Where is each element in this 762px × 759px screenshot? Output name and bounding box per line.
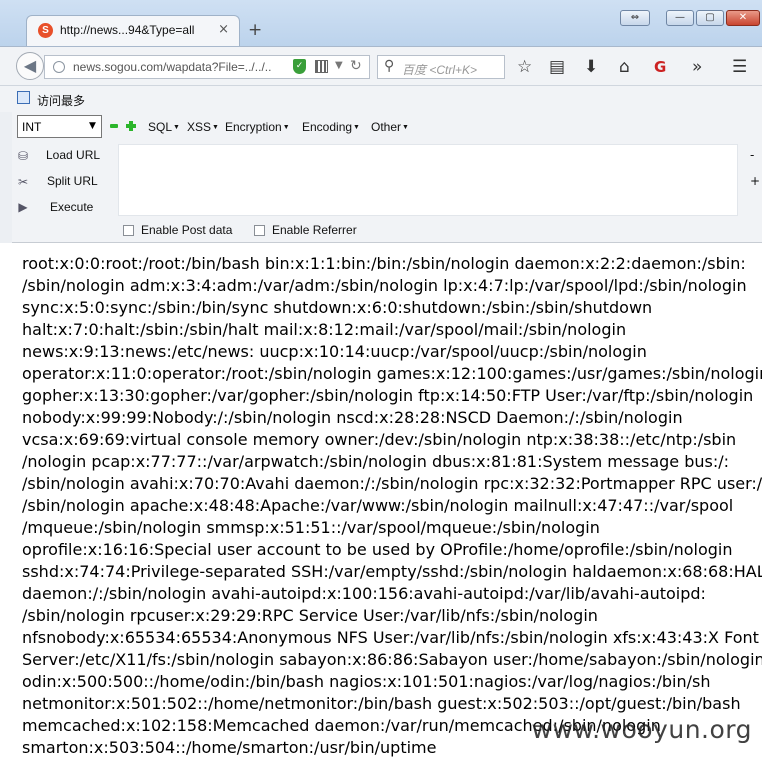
content-line: nfsnobody:x:65534:65534:Anonymous NFS Us… (22, 628, 759, 647)
reading-list-icon[interactable]: ▤ (549, 57, 565, 77)
content-line: odin:x:500:500::/home/odin:/bin/bash nag… (22, 672, 711, 691)
content-line: oprofile:x:16:16:Special user account to… (22, 540, 733, 559)
split-url-button[interactable]: Split URL (47, 174, 98, 188)
menu-sql-label: SQL (148, 120, 173, 134)
hackbar-panel: INT ▼ SQL▼ XSS▼ Encryption▼ Encoding▼ Ot… (12, 112, 762, 243)
caret-down-icon: ▼ (402, 124, 409, 132)
url-bar[interactable]: news.sogou.com/wapdata?File=../../.. ✓ ▼… (44, 55, 370, 79)
bookmark-most-visited[interactable]: 访问最多 (37, 92, 85, 109)
shrink-button[interactable]: - (750, 148, 754, 162)
caret-down-icon: ▼ (173, 124, 180, 132)
arrow-left-icon: ◀ (23, 56, 37, 75)
maximize-button[interactable]: ▢ (696, 10, 724, 26)
execute-icon: ▶ (18, 200, 28, 214)
content-line: gopher:x:13:30:gopher:/var/gopher:/sbin/… (22, 386, 754, 405)
menu-encoding-label: Encoding (302, 120, 353, 134)
menu-other-label: Other (371, 120, 402, 134)
menu-encryption[interactable]: Encryption▼ (225, 120, 290, 134)
enable-referrer-checkbox[interactable] (254, 225, 265, 236)
content-line: sync:x:5:0:sync:/sbin:/bin/sync shutdown… (22, 298, 653, 317)
shield-icon[interactable]: ✓ (293, 59, 306, 74)
content-line: netmonitor:x:501:502::/home/netmonitor:/… (22, 694, 741, 713)
back-button[interactable]: ◀ (16, 52, 44, 80)
type-select[interactable]: INT ▼ (17, 115, 102, 138)
sogou-icon: S (38, 23, 53, 38)
caret-down-icon: ▼ (212, 124, 219, 132)
content-line: /sbin/nologin rpcuser:x:29:29:RPC Servic… (22, 606, 598, 625)
menu-icon[interactable]: ☰ (732, 57, 747, 77)
content-line: Server:/etc/X11/fs:/sbin/nologin sabayon… (22, 650, 762, 669)
url-text[interactable]: news.sogou.com/wapdata?File=../../.. (73, 60, 271, 74)
bookmarks-bar: 访问最多 (0, 86, 762, 112)
menu-encryption-label: Encryption (225, 120, 282, 134)
chevron-down-icon: ▼ (89, 121, 96, 131)
restore-tabs-button[interactable]: ⇔ (620, 10, 650, 26)
tab-close-button[interactable]: × (218, 22, 229, 37)
enable-post-label: Enable Post data (141, 223, 233, 237)
expand-button[interactable]: + (750, 174, 760, 188)
enable-referrer-label: Enable Referrer (272, 223, 357, 237)
type-select-value: INT (22, 120, 42, 134)
gm-addon-icon[interactable]: G (654, 58, 666, 76)
minimize-button[interactable]: — (666, 10, 694, 26)
qr-code-icon[interactable] (315, 60, 328, 73)
download-icon[interactable]: ⬇ (584, 57, 598, 77)
chevron-down-icon[interactable]: ▼ (335, 60, 343, 71)
watermark: www.wooyun.org (531, 715, 752, 744)
sidebar-edge (0, 112, 12, 243)
search-icon: ⚲ (384, 58, 395, 74)
page-content: root:x:0:0:root:/root:/bin/bash bin:x:1:… (22, 253, 762, 759)
menu-other[interactable]: Other▼ (371, 120, 409, 134)
menu-sql[interactable]: SQL▼ (148, 120, 180, 134)
url-textarea[interactable] (118, 144, 738, 216)
content-line: /sbin/nologin apache:x:48:48:Apache:/var… (22, 496, 734, 515)
content-line: /sbin/nologin avahi:x:70:70:Avahi daemon… (22, 474, 762, 493)
star-icon[interactable]: ☆ (517, 57, 532, 77)
split-url-icon: ✂ (17, 175, 29, 189)
content-line: halt:x:7:0:halt:/sbin:/sbin/halt mail:x:… (22, 320, 627, 339)
content-line: nobody:x:99:99:Nobody:/:/sbin/nologin ns… (22, 408, 683, 427)
reload-icon[interactable]: ↻ (350, 58, 362, 74)
navigation-bar: ◀ news.sogou.com/wapdata?File=../../.. ✓… (0, 46, 762, 86)
load-url-icon: ⛁ (17, 149, 29, 163)
content-line: /nologin pcap:x:77:77::/var/arpwatch:/sb… (22, 452, 730, 471)
content-line: /sbin/nologin adm:x:3:4:adm:/var/adm:/sb… (22, 276, 747, 295)
close-window-button[interactable]: ✕ (726, 10, 760, 26)
globe-icon (53, 61, 65, 73)
tab-active[interactable]: S http://news...94&Type=all × (26, 15, 240, 47)
new-tab-button[interactable]: + (248, 20, 262, 40)
menu-xss-label: XSS (187, 120, 212, 134)
caret-down-icon: ▼ (353, 124, 360, 132)
increase-button[interactable] (126, 121, 136, 131)
load-url-button[interactable]: Load URL (46, 148, 100, 162)
search-box[interactable]: ⚲ 百度 <Ctrl+K> (377, 55, 505, 79)
caret-down-icon: ▼ (282, 124, 290, 132)
content-line: news:x:9:13:news:/etc/news: uucp:x:10:14… (22, 342, 647, 361)
enable-post-checkbox[interactable] (123, 225, 134, 236)
content-line: sshd:x:74:74:Privilege-separated SSH:/va… (22, 562, 762, 581)
home-icon[interactable]: ⌂ (619, 57, 630, 77)
overflow-chevron-icon[interactable]: » (692, 57, 702, 77)
menu-xss[interactable]: XSS▼ (187, 120, 219, 134)
content-line: operator:x:11:0:operator:/root:/sbin/nol… (22, 364, 762, 383)
title-bar: S http://news...94&Type=all × + ⇔ — ▢ ✕ (0, 0, 762, 47)
tab-title: http://news...94&Type=all (60, 23, 195, 37)
content-line: /mqueue:/sbin/nologin smmsp:x:51:51::/va… (22, 518, 600, 537)
content-line: root:x:0:0:root:/root:/bin/bash bin:x:1:… (22, 254, 746, 273)
content-line: vcsa:x:69:69:virtual console memory owne… (22, 430, 737, 449)
bookmark-folder-icon (17, 91, 30, 104)
search-placeholder: 百度 <Ctrl+K> (402, 63, 478, 77)
content-line: daemon:/:/sbin/nologin avahi-autoipd:x:1… (22, 584, 706, 603)
execute-button[interactable]: Execute (50, 200, 93, 214)
decrease-button[interactable] (110, 124, 118, 128)
menu-encoding[interactable]: Encoding▼ (302, 120, 360, 134)
